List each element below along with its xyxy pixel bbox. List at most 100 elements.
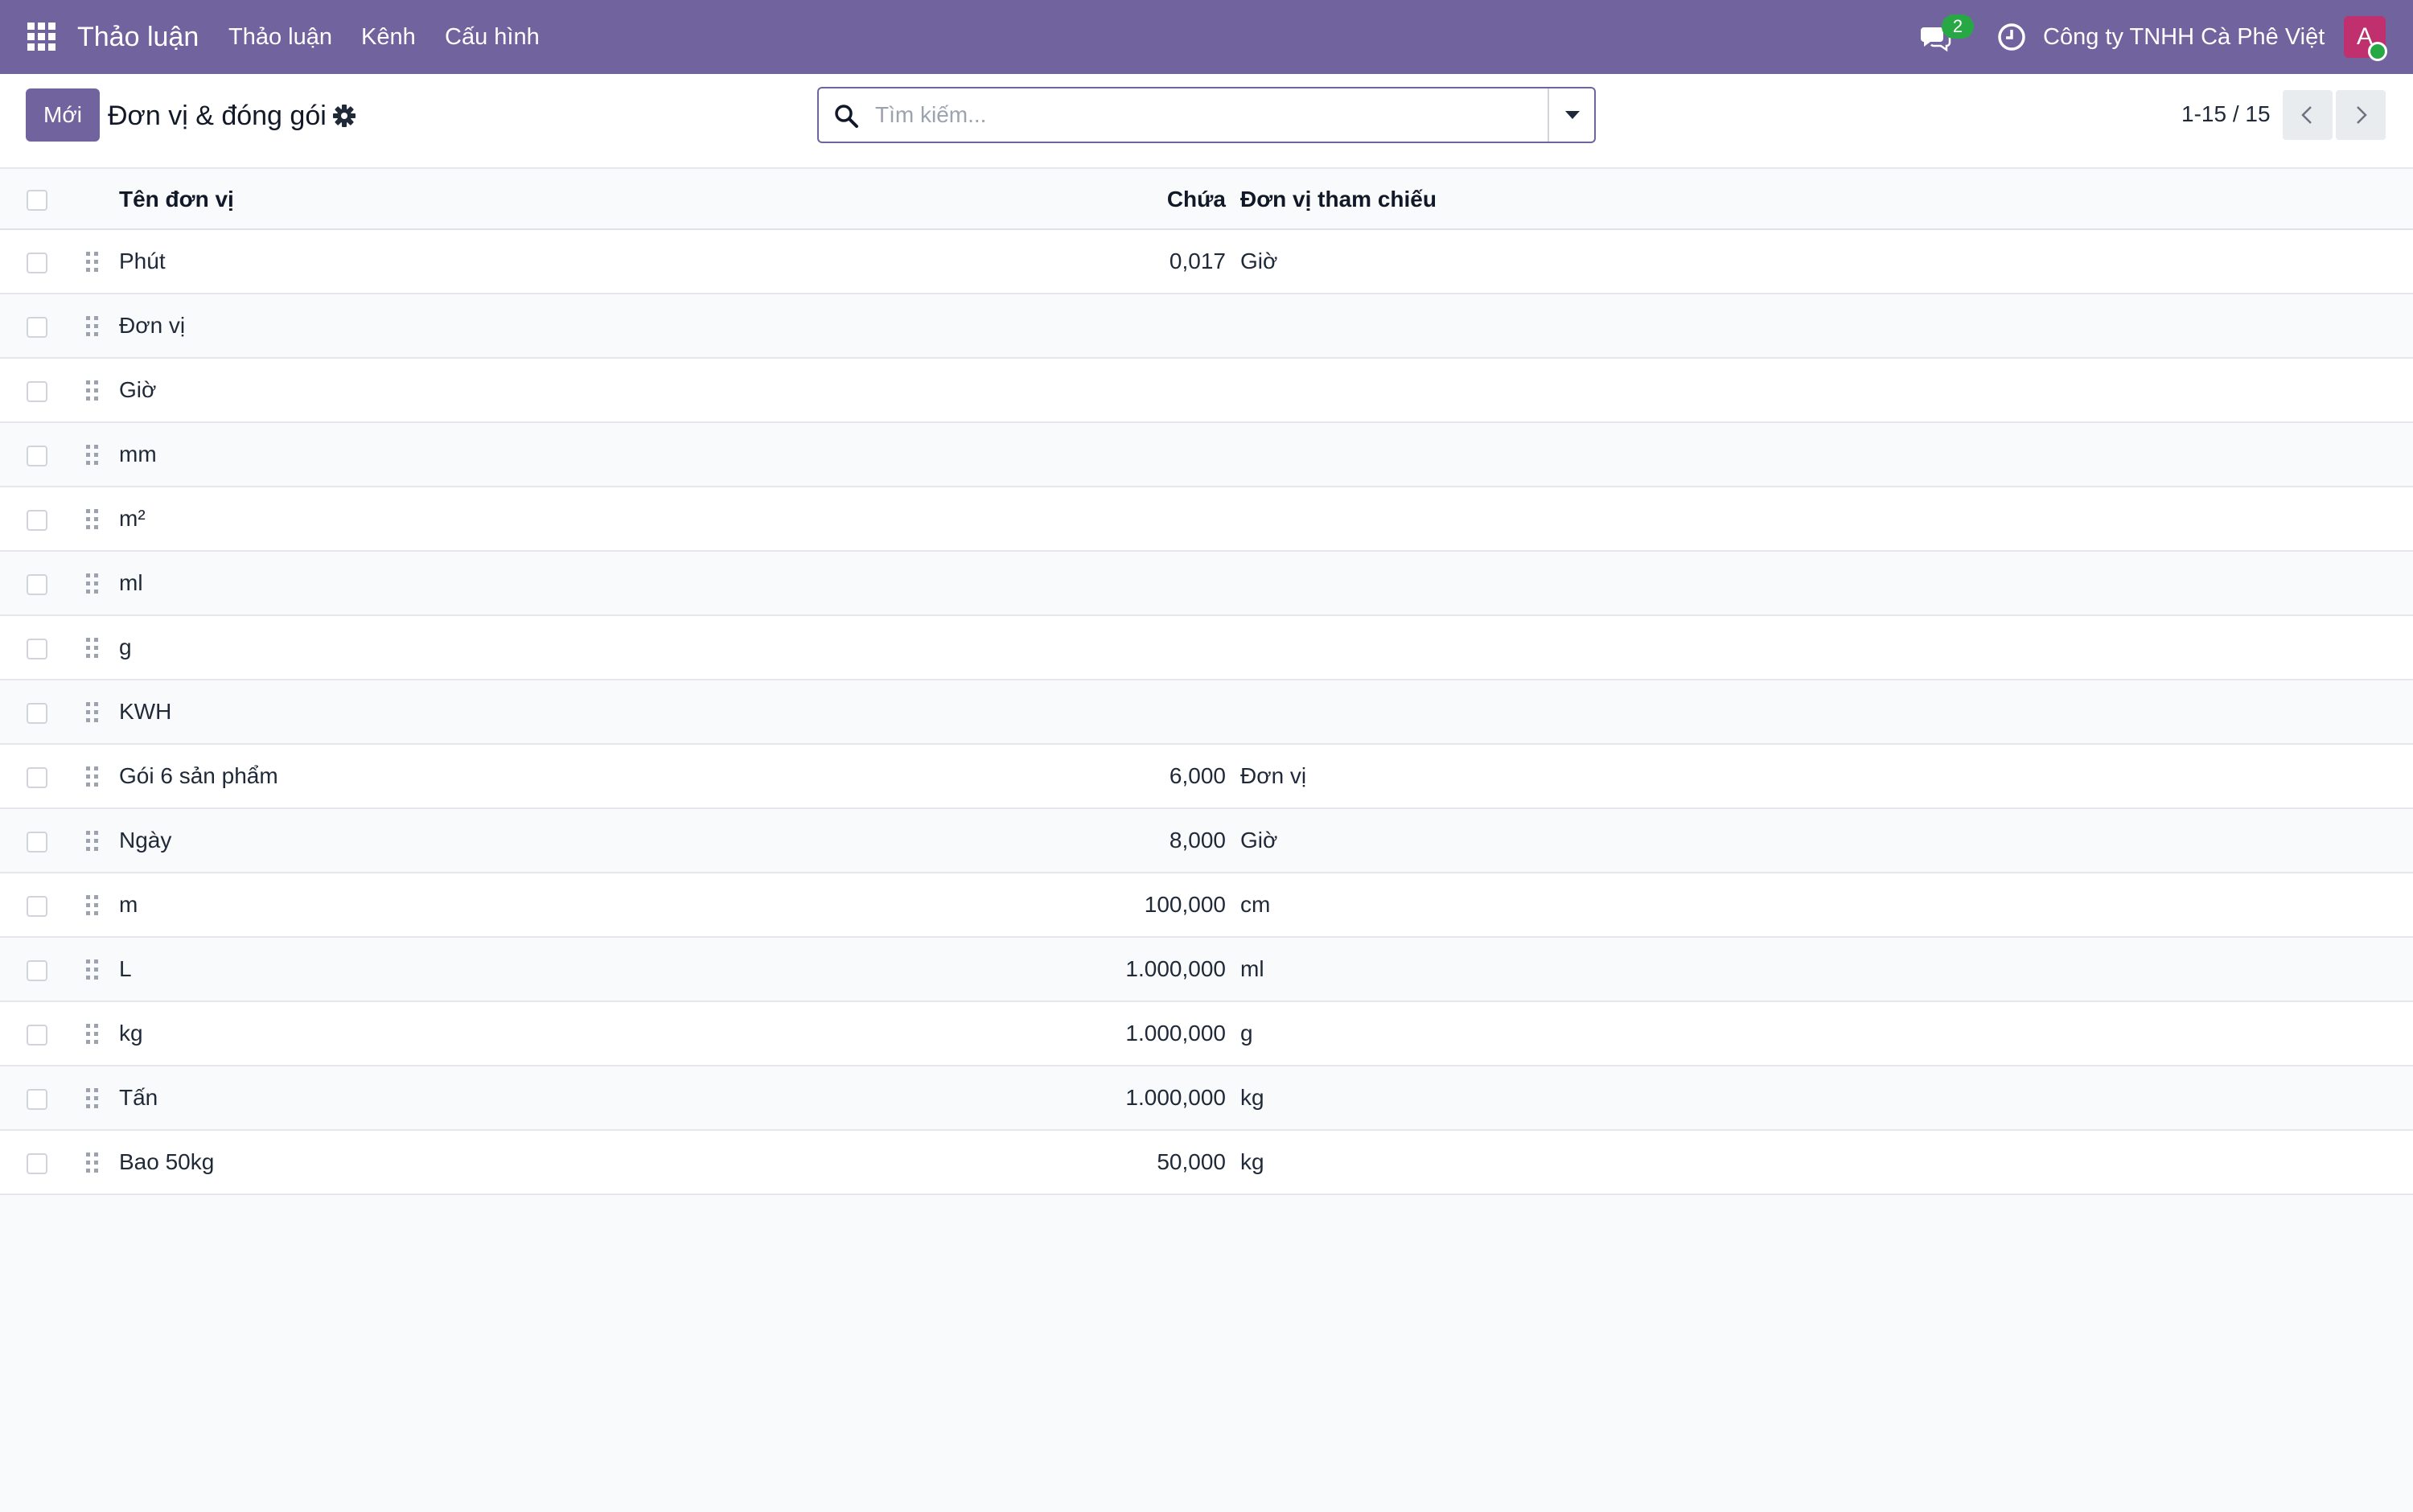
cell-reference: Giờ bbox=[1240, 828, 1278, 853]
table-header: Tên đơn vị Chứa Đơn vị tham chiếu bbox=[0, 169, 2413, 230]
cell-ratio: 1.000,000 bbox=[1125, 1085, 1226, 1110]
clock-icon[interactable] bbox=[1996, 22, 2027, 52]
app-grid-icon[interactable] bbox=[27, 23, 56, 51]
search-input[interactable] bbox=[875, 93, 1551, 137]
gear-icon[interactable] bbox=[333, 105, 356, 127]
table-row[interactable]: Đơn vị bbox=[0, 294, 2413, 359]
uom-list: Tên đơn vị Chứa Đơn vị tham chiếu Phút 0… bbox=[0, 169, 2413, 1195]
drag-handle-icon[interactable] bbox=[85, 508, 100, 531]
table-row[interactable]: Bao 50kg 50,000 kg bbox=[0, 1131, 2413, 1195]
drag-handle-icon[interactable] bbox=[85, 637, 100, 659]
cell-ratio: 8,000 bbox=[1169, 828, 1226, 853]
drag-handle-icon[interactable] bbox=[85, 766, 100, 788]
cell-name: Ngày bbox=[119, 828, 172, 853]
table-row[interactable]: g bbox=[0, 616, 2413, 680]
table-row[interactable]: Giờ bbox=[0, 359, 2413, 423]
cell-reference: cm bbox=[1240, 892, 1271, 917]
column-header-name[interactable]: Tên đơn vị bbox=[119, 184, 234, 215]
row-checkbox[interactable] bbox=[27, 960, 47, 981]
cell-name: Tấn bbox=[119, 1085, 158, 1110]
cell-ratio: 50,000 bbox=[1157, 1149, 1226, 1174]
drag-handle-icon[interactable] bbox=[85, 959, 100, 981]
row-checkbox[interactable] bbox=[27, 896, 47, 917]
cell-name: m² bbox=[119, 506, 146, 531]
row-checkbox[interactable] bbox=[27, 639, 47, 659]
cell-name: Đơn vị bbox=[119, 313, 186, 338]
row-checkbox[interactable] bbox=[27, 767, 47, 788]
drag-handle-icon[interactable] bbox=[85, 1023, 100, 1046]
table-row[interactable]: Phút 0,017 Giờ bbox=[0, 230, 2413, 294]
table-row[interactable]: L 1.000,000 ml bbox=[0, 938, 2413, 1002]
table-row[interactable]: Gói 6 sản phẩm 6,000 Đơn vị bbox=[0, 745, 2413, 809]
row-checkbox[interactable] bbox=[27, 446, 47, 466]
drag-handle-icon[interactable] bbox=[85, 701, 100, 724]
drag-handle-icon[interactable] bbox=[85, 1087, 100, 1110]
row-checkbox[interactable] bbox=[27, 317, 47, 338]
cell-ratio: 1.000,000 bbox=[1125, 1021, 1226, 1046]
row-checkbox[interactable] bbox=[27, 381, 47, 402]
page-title: Đơn vị & đóng gói bbox=[108, 101, 327, 131]
new-button[interactable]: Mới bbox=[26, 88, 100, 142]
row-checkbox[interactable] bbox=[27, 703, 47, 724]
cell-reference: Đơn vị bbox=[1240, 763, 1307, 788]
select-all-checkbox[interactable] bbox=[27, 190, 47, 211]
search-bar bbox=[817, 87, 1596, 143]
cell-reference: ml bbox=[1240, 956, 1264, 981]
cell-ratio: 100,000 bbox=[1144, 892, 1226, 917]
drag-handle-icon[interactable] bbox=[85, 830, 100, 853]
table-row[interactable]: ml bbox=[0, 552, 2413, 616]
drag-handle-icon[interactable] bbox=[85, 1152, 100, 1174]
row-checkbox[interactable] bbox=[27, 1025, 47, 1046]
cell-name: KWH bbox=[119, 699, 172, 724]
table-row[interactable]: kg 1.000,000 g bbox=[0, 1002, 2413, 1066]
menu-item-configuration[interactable]: Cấu hình bbox=[445, 23, 540, 51]
drag-handle-icon[interactable] bbox=[85, 573, 100, 595]
table-row[interactable]: Tấn 1.000,000 kg bbox=[0, 1066, 2413, 1131]
drag-handle-icon[interactable] bbox=[85, 315, 100, 338]
menu-item-channels[interactable]: Kênh bbox=[361, 23, 416, 51]
table-row[interactable]: mm bbox=[0, 423, 2413, 487]
search-icon bbox=[833, 103, 859, 129]
cell-name: L bbox=[119, 956, 132, 981]
cell-ratio: 1.000,000 bbox=[1125, 956, 1226, 981]
message-count-badge: 2 bbox=[1942, 14, 1974, 39]
chevron-right-icon bbox=[2357, 106, 2367, 124]
cell-name: Phút bbox=[119, 249, 166, 273]
cell-name: kg bbox=[119, 1021, 143, 1046]
caret-down-icon bbox=[1565, 111, 1580, 119]
cell-reference: g bbox=[1240, 1021, 1253, 1046]
table-row[interactable]: Ngày 8,000 Giờ bbox=[0, 809, 2413, 873]
cell-reference: kg bbox=[1240, 1149, 1264, 1174]
menu-item-discuss[interactable]: Thảo luận bbox=[228, 23, 332, 51]
pager-next-button[interactable] bbox=[2336, 90, 2386, 140]
cell-name: Giờ bbox=[119, 377, 157, 402]
pager-previous-button[interactable] bbox=[2283, 90, 2333, 140]
row-checkbox[interactable] bbox=[27, 1153, 47, 1174]
top-navbar: Thảo luận Thảo luận Kênh Cấu hình 2 Công… bbox=[0, 0, 2413, 74]
table-row[interactable]: m² bbox=[0, 487, 2413, 552]
drag-handle-icon[interactable] bbox=[85, 251, 100, 273]
company-switcher[interactable]: Công ty TNHH Cà Phê Việt bbox=[2043, 23, 2325, 51]
cell-name: Gói 6 sản phẩm bbox=[119, 763, 278, 788]
drag-handle-icon[interactable] bbox=[85, 444, 100, 466]
app-title[interactable]: Thảo luận bbox=[77, 19, 199, 55]
table-body: Phút 0,017 Giờ Đơn vị Giờ mm m² ml g KWH… bbox=[0, 230, 2413, 1195]
cell-name: ml bbox=[119, 570, 143, 595]
pager-value[interactable]: 1-15 / 15 bbox=[2181, 100, 2271, 129]
row-checkbox[interactable] bbox=[27, 510, 47, 531]
row-checkbox[interactable] bbox=[27, 253, 47, 273]
table-row[interactable]: m 100,000 cm bbox=[0, 873, 2413, 938]
column-header-reference[interactable]: Đơn vị tham chiếu bbox=[1240, 184, 1437, 215]
column-header-ratio[interactable]: Chứa bbox=[885, 184, 1226, 215]
row-checkbox[interactable] bbox=[27, 574, 47, 595]
cell-name: mm bbox=[119, 442, 157, 466]
cell-name: Bao 50kg bbox=[119, 1149, 215, 1174]
drag-handle-icon[interactable] bbox=[85, 894, 100, 917]
cell-ratio: 0,017 bbox=[1169, 249, 1226, 273]
search-options-toggle[interactable] bbox=[1548, 88, 1594, 142]
online-status-dot bbox=[2368, 42, 2387, 61]
row-checkbox[interactable] bbox=[27, 1089, 47, 1110]
row-checkbox[interactable] bbox=[27, 832, 47, 853]
table-row[interactable]: KWH bbox=[0, 680, 2413, 745]
drag-handle-icon[interactable] bbox=[85, 380, 100, 402]
